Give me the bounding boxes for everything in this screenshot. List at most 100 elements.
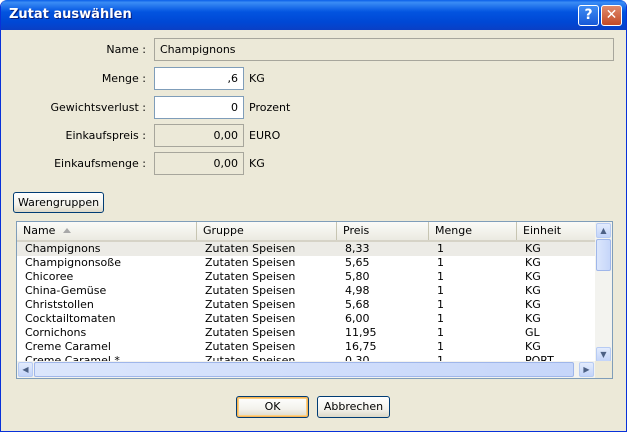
table-row[interactable]: Cornichons Zutaten Speisen 11,95 1 GL: [17, 326, 595, 340]
cell-menge: 1: [437, 312, 444, 325]
gewichtsverlust-unit: Prozent: [249, 101, 291, 114]
column-header-gruppe[interactable]: Gruppe: [197, 222, 337, 240]
column-header-menge-label: Menge: [435, 224, 472, 237]
table-row[interactable]: Christstollen Zutaten Speisen 5,68 1 KG: [17, 298, 595, 312]
menge-input[interactable]: ,6: [154, 67, 244, 90]
table-row[interactable]: China-Gemüse Zutaten Speisen 4,98 1 KG: [17, 284, 595, 298]
cell-gruppe: Zutaten Speisen: [205, 256, 296, 269]
einkaufsmenge-label: Einkaufsmenge :: [54, 157, 146, 170]
gewichtsverlust-label: Gewichtsverlust :: [50, 101, 146, 114]
scroll-up-button[interactable]: ▲: [596, 223, 611, 238]
menge-unit: KG: [249, 72, 265, 85]
cell-name: Champignonsoße: [25, 256, 121, 269]
scroll-left-icon: ◀: [22, 365, 29, 374]
horizontal-scroll-thumb[interactable]: [34, 362, 574, 377]
cell-name: Cocktailtomaten: [25, 312, 116, 325]
gewichtsverlust-value: 0: [231, 101, 238, 114]
ingredient-table[interactable]: Name Gruppe Preis Menge Einheit Champign…: [16, 221, 613, 379]
cell-menge: 1: [437, 284, 444, 297]
title-bar[interactable]: Zutat auswählen ? ✕: [1, 0, 626, 30]
cell-gruppe: Zutaten Speisen: [205, 326, 296, 339]
dialog-body: Name : Champignons Menge : ,6 KG Gewicht…: [4, 30, 623, 429]
horizontal-scrollbar[interactable]: ◀ ▶: [17, 361, 595, 378]
cell-preis: 5,68: [345, 298, 370, 311]
window-title: Zutat auswählen: [9, 7, 132, 22]
help-icon: ?: [584, 7, 593, 23]
cell-name: Champignons: [25, 242, 101, 255]
cell-einheit: KG: [525, 256, 541, 269]
table-body: Champignons Zutaten Speisen 8,33 1 KG Champig…: [17, 242, 595, 368]
column-header-name[interactable]: Name: [17, 222, 197, 240]
cell-einheit: KG: [525, 340, 541, 353]
cell-preis: 8,33: [345, 242, 370, 255]
cell-gruppe: Zutaten Speisen: [205, 270, 296, 283]
cell-einheit: KG: [525, 312, 541, 325]
scroll-right-icon: ▶: [583, 365, 590, 374]
cell-name: Christstollen: [25, 298, 94, 311]
help-button[interactable]: ?: [578, 5, 599, 26]
table-row[interactable]: Cocktailtomaten Zutaten Speisen 6,00 1 KG: [17, 312, 595, 326]
table-row[interactable]: Chicoree Zutaten Speisen 5,80 1 KG: [17, 270, 595, 284]
scroll-down-icon: ▼: [600, 350, 607, 359]
einkaufsmenge-unit: KG: [249, 157, 265, 170]
name-value: Champignons: [160, 43, 236, 56]
scroll-left-button[interactable]: ◀: [18, 362, 33, 377]
column-header-einheit-label: Einheit: [523, 224, 562, 237]
table-row[interactable]: Creme Caramel Zutaten Speisen 16,75 1 KG: [17, 340, 595, 354]
cell-gruppe: Zutaten Speisen: [205, 298, 296, 311]
dialog-window: Zutat auswählen ? ✕ Name : Champignons M…: [0, 0, 627, 432]
column-header-preis-label: Preis: [343, 224, 370, 237]
cell-menge: 1: [437, 340, 444, 353]
cell-gruppe: Zutaten Speisen: [205, 340, 296, 353]
cell-einheit: KG: [525, 270, 541, 283]
einkaufsmenge-field: 0,00: [154, 152, 244, 175]
cell-einheit: KG: [525, 284, 541, 297]
scroll-down-button[interactable]: ▼: [596, 347, 611, 362]
vertical-scroll-thumb[interactable]: [596, 239, 611, 271]
cell-preis: 6,00: [345, 312, 370, 325]
cell-gruppe: Zutaten Speisen: [205, 284, 296, 297]
vertical-scrollbar[interactable]: ▲ ▼: [595, 222, 612, 363]
gewichtsverlust-input[interactable]: 0: [154, 96, 244, 119]
cell-preis: 11,95: [345, 326, 377, 339]
cell-preis: 5,65: [345, 256, 370, 269]
column-header-name-label: Name: [23, 224, 56, 237]
cell-preis: 16,75: [345, 340, 377, 353]
column-header-einheit[interactable]: Einheit: [517, 222, 595, 240]
menge-value: ,6: [227, 72, 239, 85]
column-header-menge[interactable]: Menge: [429, 222, 517, 240]
column-header-preis[interactable]: Preis: [337, 222, 429, 240]
close-button[interactable]: ✕: [601, 5, 622, 26]
cancel-button[interactable]: Abbrechen: [317, 396, 390, 418]
close-icon: ✕: [605, 7, 618, 23]
table-header: Name Gruppe Preis Menge Einheit: [17, 222, 595, 242]
table-row[interactable]: Champignonsoße Zutaten Speisen 5,65 1 KG: [17, 256, 595, 270]
scroll-up-icon: ▲: [600, 226, 607, 235]
sort-ascending-icon: [63, 228, 72, 233]
cell-einheit: KG: [525, 298, 541, 311]
menge-label: Menge :: [101, 72, 146, 85]
cell-name: China-Gemüse: [25, 284, 107, 297]
einkaufspreis-unit: EURO: [249, 129, 281, 142]
cell-gruppe: Zutaten Speisen: [205, 242, 296, 255]
cell-menge: 1: [437, 270, 444, 283]
cell-menge: 1: [437, 242, 444, 255]
cell-menge: 1: [437, 298, 444, 311]
column-header-gruppe-label: Gruppe: [203, 224, 244, 237]
einkaufspreis-value: 0,00: [213, 129, 239, 142]
table-row[interactable]: Champignons Zutaten Speisen 8,33 1 KG: [17, 242, 595, 256]
cell-preis: 5,80: [345, 270, 370, 283]
einkaufspreis-label: Einkaufspreis :: [65, 129, 147, 142]
cell-name: Cornichons: [25, 326, 87, 339]
scroll-right-button[interactable]: ▶: [579, 362, 594, 377]
cell-name: Creme Caramel: [25, 340, 111, 353]
name-label: Name :: [106, 43, 146, 56]
scrollbar-corner: [595, 361, 612, 378]
einkaufspreis-field: 0,00: [154, 124, 244, 147]
einkaufsmenge-value: 0,00: [213, 157, 239, 170]
warengruppen-button[interactable]: Warengruppen: [13, 192, 104, 213]
cell-preis: 4,98: [345, 284, 370, 297]
cell-gruppe: Zutaten Speisen: [205, 312, 296, 325]
name-field: Champignons: [154, 38, 614, 61]
ok-button[interactable]: OK: [236, 396, 309, 418]
